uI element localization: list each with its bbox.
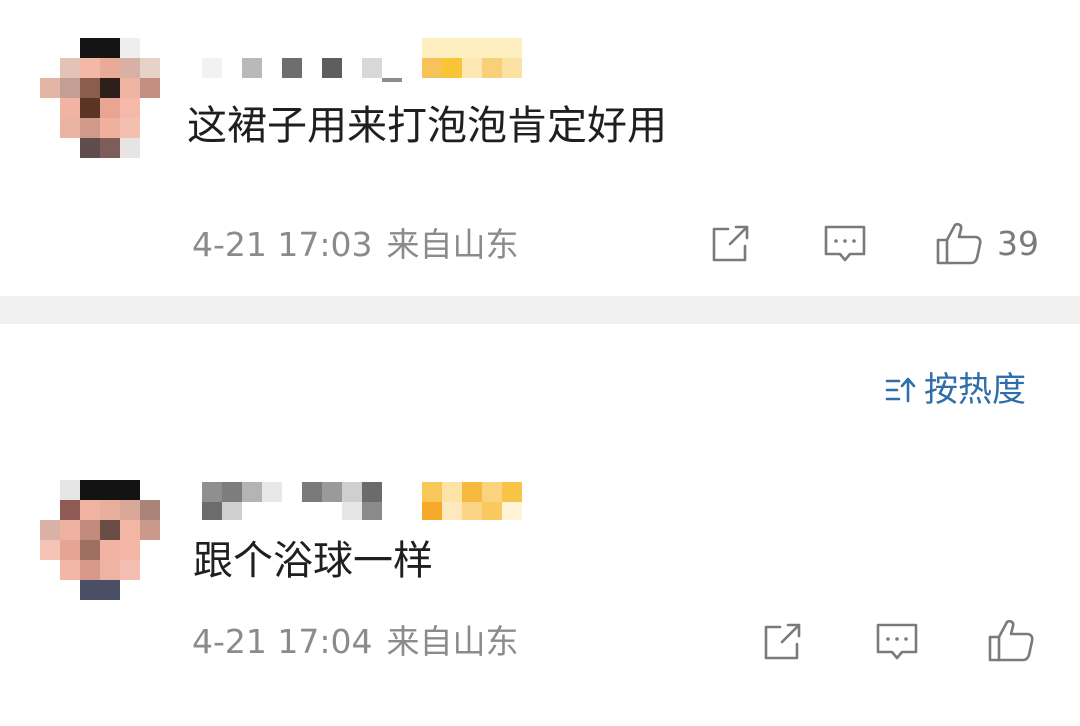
comment-location: 来自山东: [386, 622, 519, 661]
comment-meta: 4-21 17:03 来自山东: [192, 225, 519, 265]
like-button[interactable]: [987, 617, 1049, 663]
pixelated-username-image: [202, 38, 522, 82]
comment-text: 这裙子用来打泡泡肯定好用: [187, 103, 667, 149]
comment-item: 跟个浴球一样 4-21 17:04 来自山东: [0, 470, 1080, 726]
reply-button[interactable]: [823, 224, 867, 266]
comment-meta: 4-21 17:04 来自山东: [192, 622, 519, 662]
comment-text: 跟个浴球一样: [193, 538, 433, 584]
thumbs-up-icon: [936, 222, 982, 265]
avatar[interactable]: [40, 38, 160, 158]
pixelated-avatar-image: [40, 38, 160, 158]
reply-button[interactable]: [875, 622, 919, 664]
username-pixelated[interactable]: [200, 36, 530, 82]
username-pixelated[interactable]: [200, 478, 530, 524]
comment-location: 来自山东: [386, 225, 519, 264]
like-count: 39: [997, 223, 1039, 263]
like-button[interactable]: 39: [935, 220, 1039, 266]
share-icon: [712, 225, 749, 262]
comment-icon: [876, 623, 918, 660]
comment-time: 4-21 17:04: [192, 622, 373, 661]
section-divider: [0, 296, 1080, 324]
sort-icon: [885, 377, 916, 403]
sort-by-hot-toggle[interactable]: 按热度: [884, 368, 1026, 412]
comment-time: 4-21 17:03: [192, 225, 373, 264]
thumbs-up-icon: [988, 619, 1034, 662]
sort-label: 按热度: [924, 370, 1026, 410]
pixelated-avatar-image: [40, 480, 160, 600]
pixelated-username-image: [202, 482, 522, 520]
avatar[interactable]: [40, 480, 160, 600]
share-icon: [764, 623, 801, 660]
share-button[interactable]: [709, 224, 753, 264]
comment-icon: [824, 225, 866, 262]
comment-item: 这裙子用来打泡泡肯定好用 4-21 17:03 来自山东 39: [0, 0, 1080, 296]
share-button[interactable]: [761, 622, 805, 662]
